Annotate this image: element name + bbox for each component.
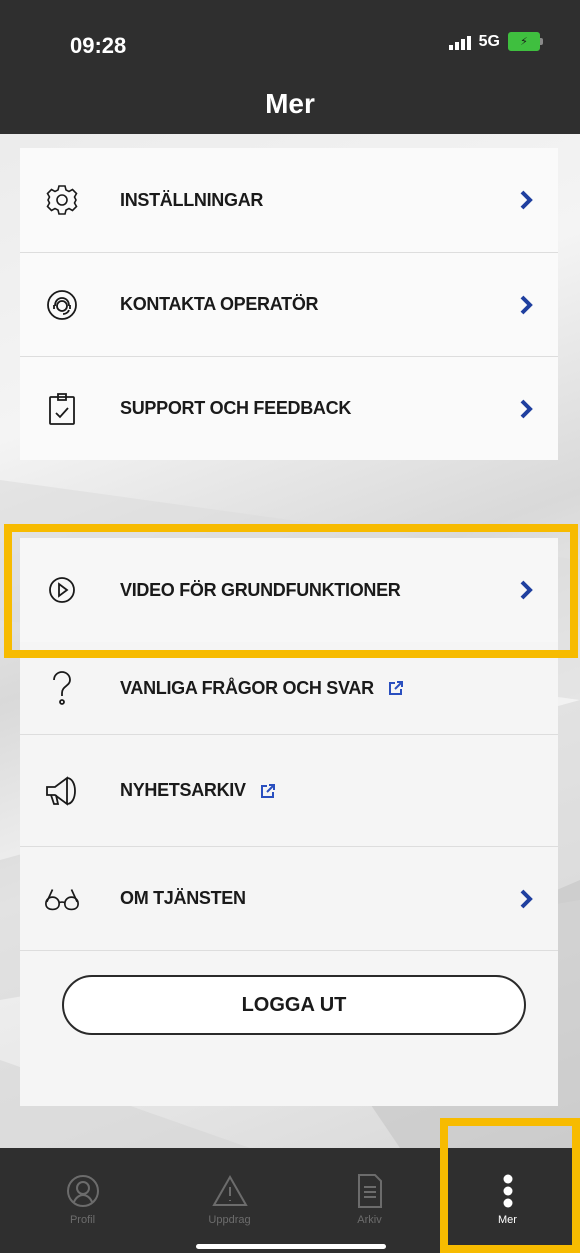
page-title: Mer <box>265 88 315 119</box>
tab-arkiv[interactable]: Arkiv <box>297 1148 442 1248</box>
logout-button[interactable]: LOGGA UT <box>62 975 526 1035</box>
menu-item-label: VIDEO FÖR GRUNDFUNKTIONER <box>120 579 401 600</box>
tab-label: Mer <box>498 1214 517 1226</box>
tab-mer[interactable]: Mer <box>435 1148 580 1248</box>
menu-item-label: OM TJÄNSTEN <box>120 888 246 908</box>
bottom-tab-bar: Profil Uppdrag Arkiv Mer <box>0 1148 580 1253</box>
menu-item-om-tjansten[interactable]: OM TJÄNSTEN <box>20 846 558 950</box>
home-indicator[interactable] <box>196 1244 386 1249</box>
play-circle-icon <box>44 572 80 608</box>
megaphone-icon <box>44 773 80 809</box>
menu-item-label: SUPPORT OCH FEEDBACK <box>120 398 352 418</box>
menu-item-vanliga-fragor[interactable]: VANLIGA FRÅGOR OCH SVAR <box>20 642 558 734</box>
faq-label: VANLIGA FRÅGOR OCH SVAR <box>120 677 374 698</box>
document-icon <box>356 1172 384 1210</box>
menu-item-video-grundfunktioner[interactable]: VIDEO FÖR GRUNDFUNKTIONER <box>20 538 558 642</box>
battery-charging-icon: ⚡ <box>508 32 543 51</box>
gear-icon <box>44 182 80 218</box>
tab-label: Profil <box>69 1214 96 1226</box>
logout-section: LOGGA UT <box>20 950 558 1106</box>
news-archive-label: NYHETSARKIV <box>120 780 246 800</box>
chevron-right-icon <box>520 580 533 600</box>
menu-item-label: NYHETSARKIV <box>120 780 276 801</box>
tab-label: Uppdrag <box>208 1214 251 1226</box>
more-vertical-icon <box>502 1172 514 1210</box>
external-link-icon <box>388 681 403 695</box>
menu-item-installningar[interactable]: INSTÄLLNINGAR <box>20 148 558 252</box>
profile-icon <box>65 1172 101 1210</box>
chevron-right-icon <box>520 399 533 418</box>
app-screen: 09:28 5G ⚡ Mer INSTÄLLNINGAR KONTAKTA OP… <box>0 0 580 1253</box>
menu-group-secondary-cont: VANLIGA FRÅGOR OCH SVAR NYHETSARKIV OM T… <box>20 642 558 1106</box>
chevron-right-icon <box>520 190 533 210</box>
menu-item-support-feedback[interactable]: SUPPORT OCH FEEDBACK <box>20 356 558 460</box>
glasses-icon <box>44 881 80 917</box>
tab-label: Arkiv <box>357 1214 382 1226</box>
top-header: 09:28 5G ⚡ Mer <box>0 0 580 134</box>
external-link-icon <box>260 783 275 798</box>
menu-item-label: INSTÄLLNINGAR <box>120 189 264 210</box>
status-time: 09:28 <box>70 33 127 58</box>
menu-group-primary: INSTÄLLNINGAR KONTAKTA OPERATÖR SUPPORT … <box>20 148 558 460</box>
tab-profil[interactable]: Profil <box>10 1148 155 1248</box>
question-mark-icon <box>44 670 80 706</box>
operator-headset-icon <box>44 287 80 323</box>
tab-uppdrag[interactable]: Uppdrag <box>157 1148 302 1248</box>
menu-item-nyhetsarkiv[interactable]: NYHETSARKIV <box>20 734 558 846</box>
chevron-right-icon <box>520 889 533 908</box>
chevron-right-icon <box>520 295 533 314</box>
clipboard-check-icon <box>44 391 80 427</box>
menu-item-kontakta-operator[interactable]: KONTAKTA OPERATÖR <box>20 252 558 356</box>
menu-item-label: VANLIGA FRÅGOR OCH SVAR <box>120 678 404 699</box>
menu-item-label: KONTAKTA OPERATÖR <box>120 294 319 314</box>
status-indicators: 5G ⚡ <box>448 32 543 51</box>
network-label: 5G <box>478 32 500 50</box>
warning-triangle-icon <box>211 1172 249 1210</box>
signal-icon <box>448 34 471 50</box>
